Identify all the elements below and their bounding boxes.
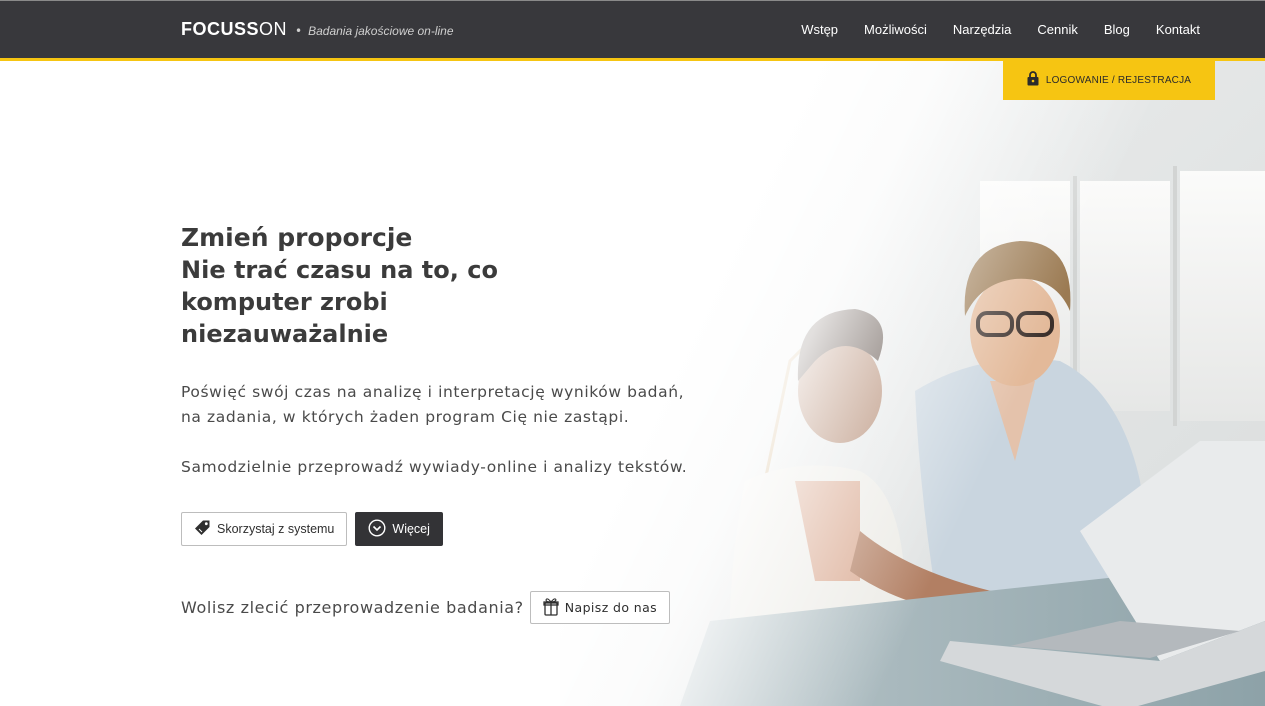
- login-register-button[interactable]: LOGOWANIE / REJESTRACJA: [1003, 61, 1215, 100]
- chevron-circle-down-icon: [368, 518, 386, 540]
- brand-name-bold: FOCUSS: [181, 19, 260, 39]
- use-system-label: Skorzystaj z systemu: [217, 522, 335, 536]
- brand-name-light: ON: [259, 19, 288, 39]
- hero-subheadline: Nie trać czasu na to, co komputer zrobi …: [181, 256, 498, 348]
- nav-item-blog[interactable]: Blog: [1104, 22, 1130, 37]
- lock-icon: [1027, 71, 1039, 90]
- tag-icon: [194, 519, 211, 539]
- contact-prompt: Wolisz zlecić przeprowadzenie badania?: [181, 598, 524, 617]
- write-to-us-button[interactable]: Napisz do nas: [529, 591, 671, 624]
- main-navigation: Wstęp Możliwości Narzędzia Cennik Blog K…: [801, 22, 1200, 37]
- hero-headline: Zmień proporcje: [181, 223, 413, 252]
- brand-logo[interactable]: FOCUSS ON • Badania jakościowe on-line: [181, 19, 454, 43]
- hero-section: Zmień proporcje Nie trać czasu na to, co…: [181, 222, 701, 624]
- hero-paragraph-2: Samodzielnie przeprowadź wywiady-online …: [181, 458, 688, 476]
- more-label: Więcej: [392, 522, 430, 536]
- write-to-us-label: Napisz do nas: [564, 600, 658, 615]
- hero-paragraph-1: Poświęć swój czas na analizę i interpret…: [181, 383, 685, 426]
- login-register-label: LOGOWANIE / REJESTRACJA: [1045, 75, 1192, 86]
- brand-separator: •: [295, 24, 303, 38]
- contact-row: Wolisz zlecić przeprowadzenie badania? N…: [181, 591, 701, 624]
- top-navigation-bar: FOCUSS ON • Badania jakościowe on-line W…: [0, 0, 1265, 59]
- more-button[interactable]: Więcej: [355, 512, 443, 546]
- brand-tagline: Badania jakościowe on-line: [308, 24, 454, 38]
- hero-actions: Skorzystaj z systemu Więcej: [181, 512, 701, 546]
- nav-item-cennik[interactable]: Cennik: [1037, 22, 1077, 37]
- nav-item-mozliwosci[interactable]: Możliwości: [864, 22, 927, 37]
- nav-item-kontakt[interactable]: Kontakt: [1156, 22, 1200, 37]
- gift-icon: [543, 597, 559, 619]
- nav-item-wstep[interactable]: Wstęp: [801, 22, 838, 37]
- use-system-button[interactable]: Skorzystaj z systemu: [181, 512, 348, 546]
- nav-item-narzedzia[interactable]: Narzędzia: [953, 22, 1012, 37]
